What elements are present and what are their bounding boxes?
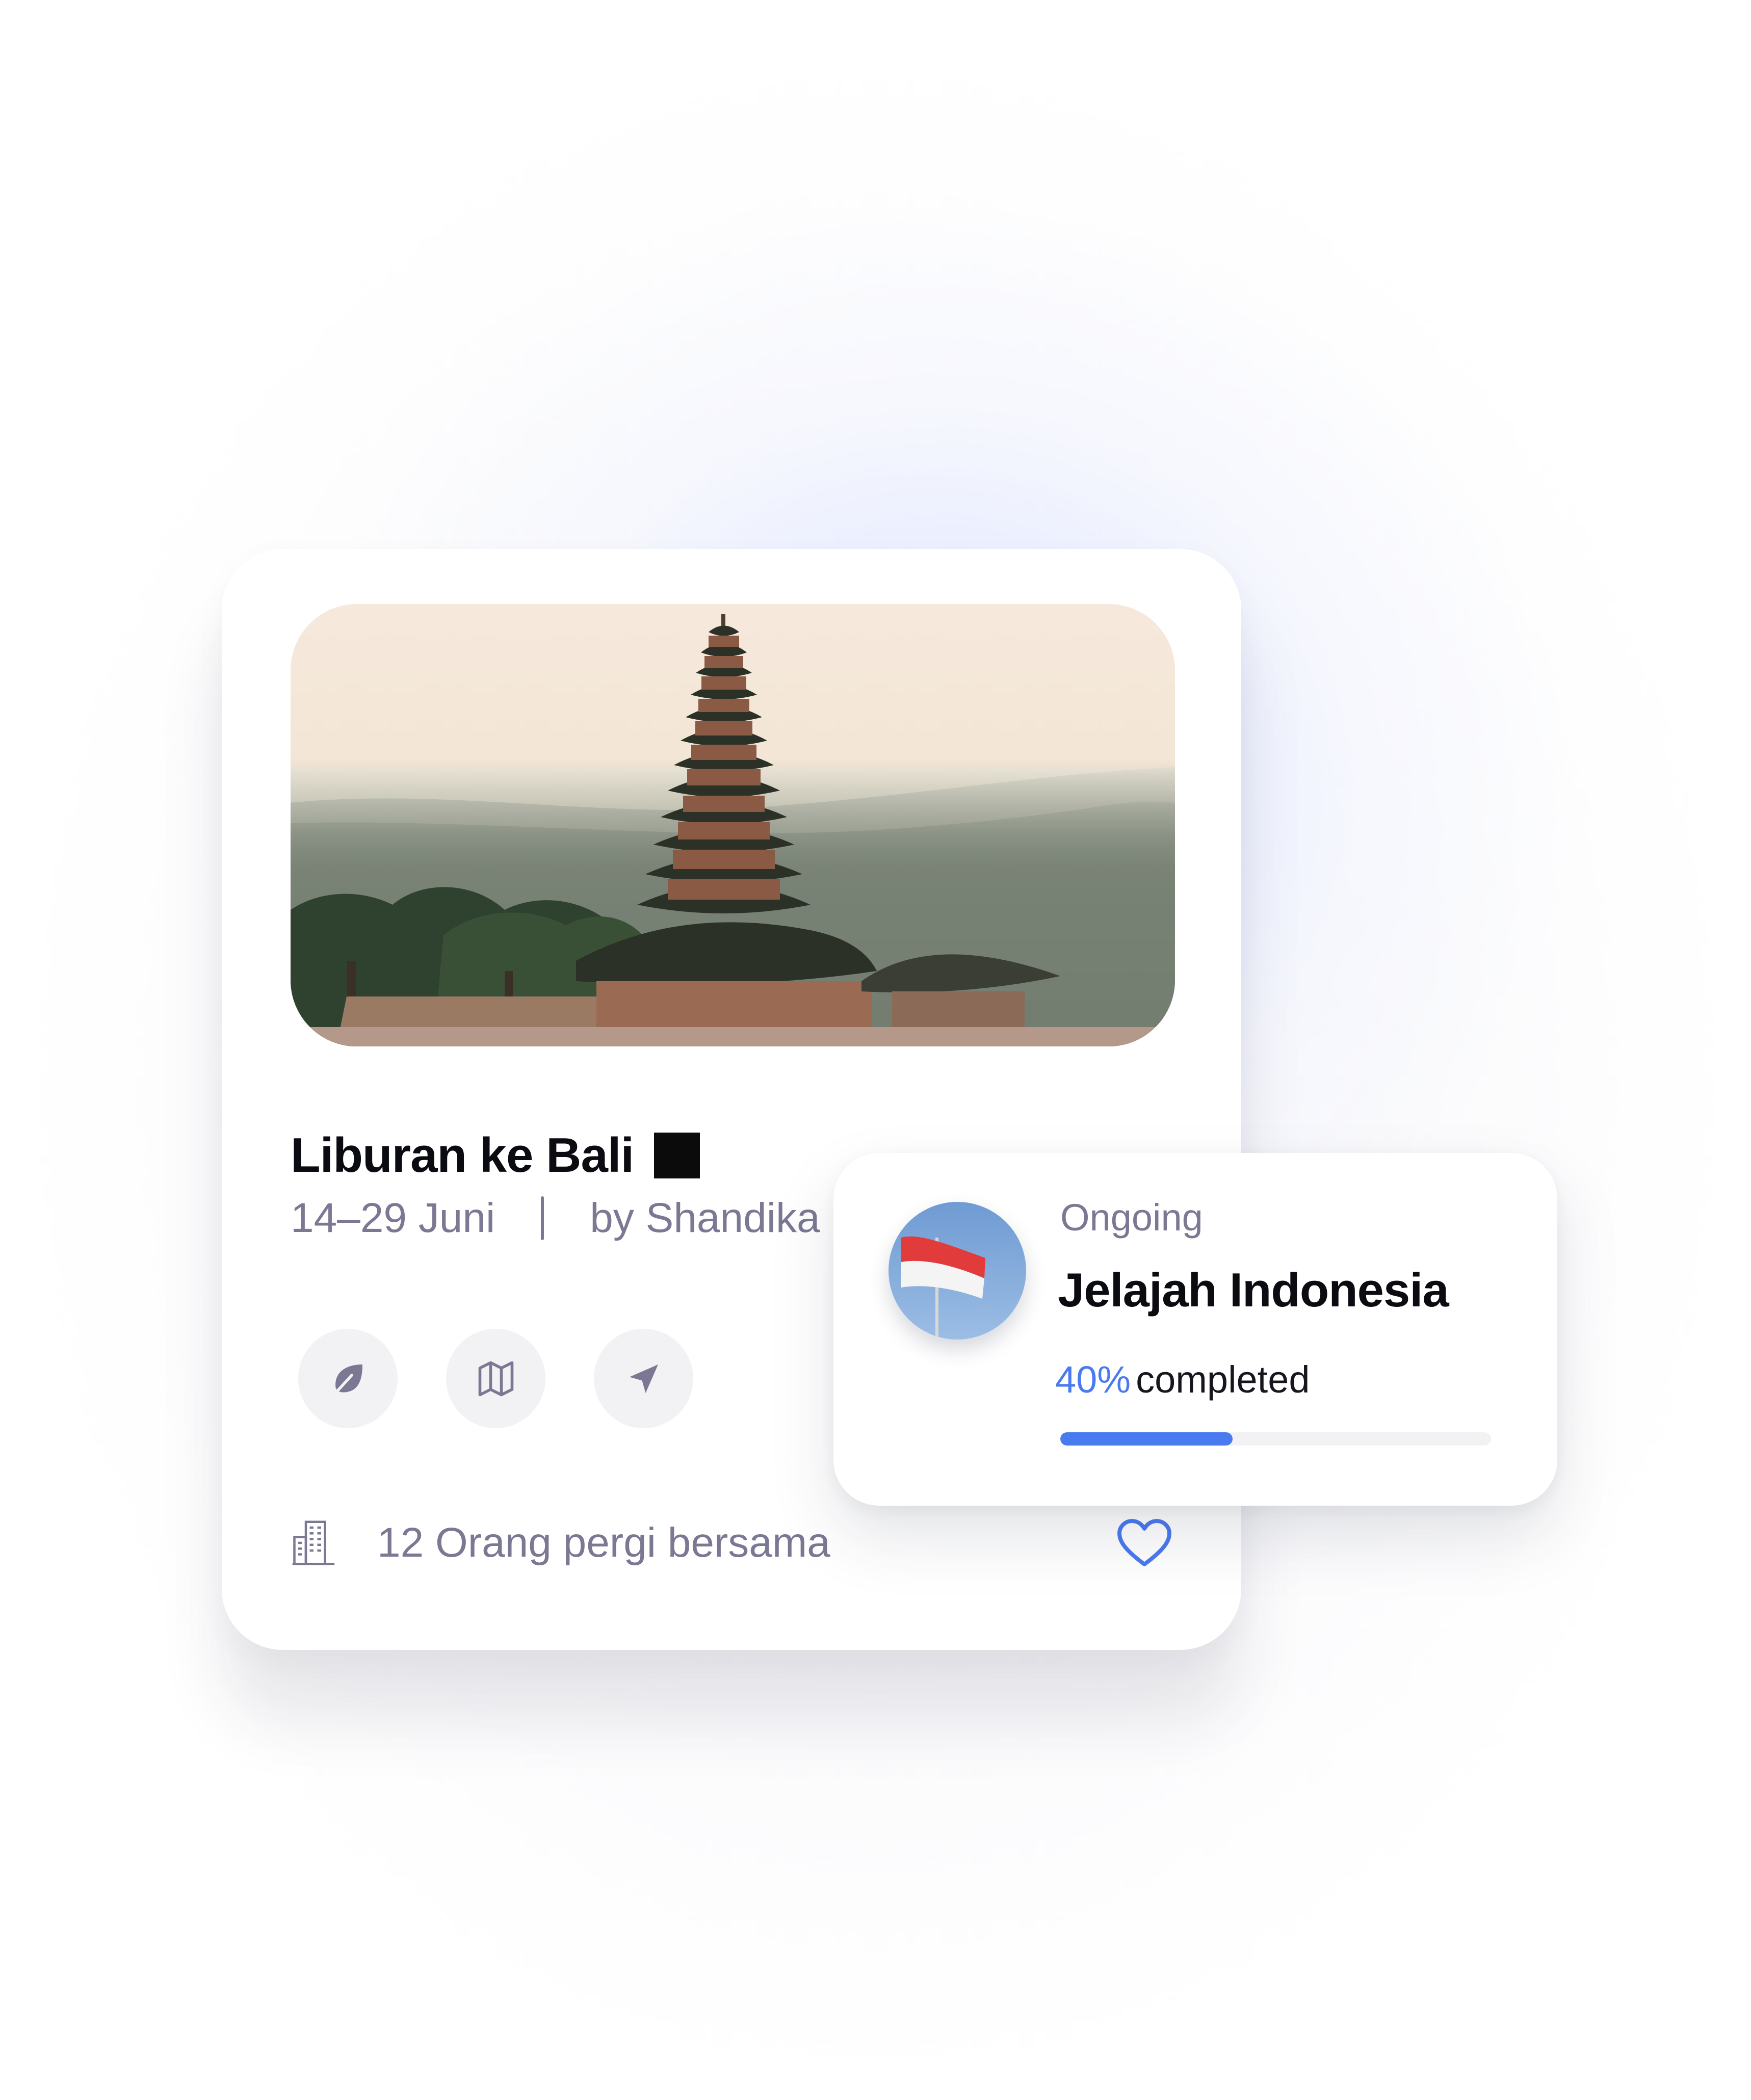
status-label: Ongoing [1060,1196,1203,1239]
leaf-icon [332,1364,362,1396]
favorite-button[interactable] [1114,1512,1175,1573]
trip-date-range: 14–29 Juni [291,1195,495,1241]
trip-footer: 12 Orang pergi bersama [291,1507,1175,1579]
building-icon [292,1520,335,1565]
send-icon [629,1364,658,1393]
trip-hero-image [291,604,1175,1046]
progress-percent: 40% [1055,1358,1131,1401]
title-square-icon [654,1133,700,1178]
goal-title: Jelajah Indonesia [1058,1263,1449,1317]
leaf-button[interactable] [298,1329,398,1428]
send-button[interactable] [594,1329,693,1428]
progress-bar-fill [1060,1432,1233,1446]
progress-completed-label: completed [1136,1358,1310,1401]
progress-card[interactable]: Ongoing Jelajah Indonesia 40% completed [833,1153,1557,1506]
trip-action-icons [298,1329,693,1428]
heart-icon [1117,1519,1171,1566]
people-count-text: 12 Orang pergi bersama [377,1519,830,1566]
background-stage: Liburan ke Bali 14–29 Juni by Shandika 1… [0,0,1751,2100]
trip-title: Liburan ke Bali [291,1128,634,1183]
map-button[interactable] [446,1329,545,1428]
trip-title-row: Liburan ke Bali [291,1120,700,1191]
meta-divider [541,1196,544,1240]
trip-meta: 14–29 Juni by Shandika [291,1188,820,1249]
indonesia-flag-avatar [888,1202,1026,1340]
progress-text: 40% completed [1055,1361,1310,1399]
map-icon [478,1361,513,1396]
trip-author: by Shandika [590,1195,820,1241]
progress-bar [1060,1432,1491,1446]
